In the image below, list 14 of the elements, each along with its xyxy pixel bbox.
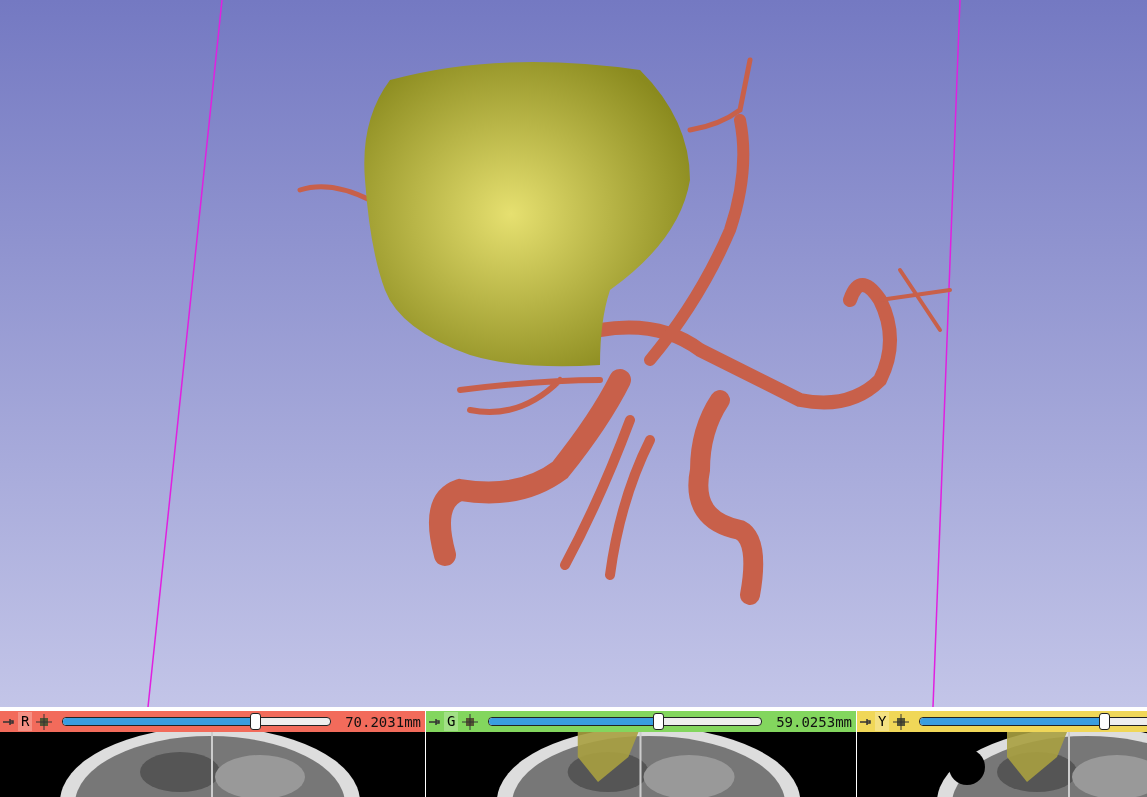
crosshair-icon[interactable] <box>893 713 910 730</box>
view-letter[interactable]: G <box>444 712 459 731</box>
view-letter[interactable]: Y <box>875 712 890 731</box>
view-letter[interactable]: R <box>18 712 33 731</box>
crosshair-icon[interactable] <box>462 713 479 730</box>
slice-offset: 59.0253mm <box>776 713 852 730</box>
pin-icon[interactable] <box>428 716 440 727</box>
slider-thumb[interactable] <box>652 713 664 730</box>
slice-offset: 70.2031mm <box>345 713 421 730</box>
slider-thumb[interactable] <box>1099 713 1111 730</box>
slider-thumb[interactable] <box>250 713 262 730</box>
pin-icon[interactable] <box>859 716 871 727</box>
crosshair-icon[interactable] <box>36 713 53 730</box>
pin-icon[interactable] <box>2 716 14 727</box>
